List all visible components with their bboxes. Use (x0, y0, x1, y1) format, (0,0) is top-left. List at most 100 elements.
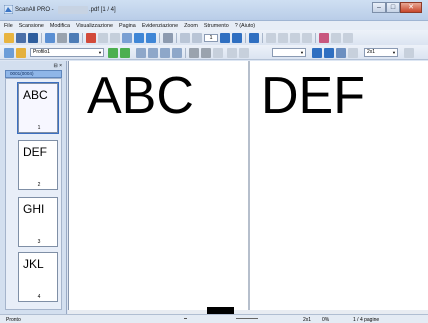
status-divider (184, 318, 187, 319)
toolbar-separator (82, 33, 83, 43)
page-thumbnail-2[interactable]: DEF 2 (18, 140, 58, 190)
hand-tool-icon[interactable] (336, 48, 346, 58)
next-page-icon[interactable] (220, 33, 230, 43)
page-thumbnail-3[interactable]: GHI 3 (18, 197, 58, 247)
split-icon[interactable] (227, 48, 237, 58)
status-bar: Pronto 2x1 0% 1 / 4 pagine (0, 314, 428, 323)
status-zoom: 2x1 (303, 317, 312, 323)
fit-page-icon[interactable] (312, 48, 322, 58)
image-adjust-icon[interactable] (136, 48, 146, 58)
menu-strumento[interactable]: Strumento (204, 23, 229, 29)
rotate-right-icon[interactable] (278, 33, 288, 43)
print-icon[interactable] (57, 33, 67, 43)
first-page-icon[interactable] (180, 33, 190, 43)
window-title-prefix: ScanAll PRO - (15, 7, 54, 13)
toolbar-separator (176, 33, 177, 43)
fit-width-icon[interactable] (324, 48, 334, 58)
toolbar-separator (262, 33, 263, 43)
scan-icon[interactable] (45, 33, 55, 43)
previous-page-icon[interactable] (192, 33, 202, 43)
last-page-icon[interactable] (232, 33, 242, 43)
left-page-content: ABC (87, 67, 194, 125)
profile-select-value: Profilo1 (33, 49, 50, 55)
page-number-input[interactable]: 1 (204, 34, 218, 42)
maximize-button[interactable]: □ (386, 2, 400, 13)
status-percent: 0% (322, 317, 330, 323)
copy-icon[interactable] (98, 33, 108, 43)
window-title-suffix: .pdf [1 / 4] (89, 7, 116, 13)
close-button[interactable]: ✕ (400, 2, 422, 13)
mail-icon[interactable] (201, 48, 211, 58)
toolbar-separator (245, 33, 246, 43)
deskew-icon[interactable] (160, 48, 170, 58)
scan-settings-icon[interactable] (16, 48, 26, 58)
rotate-left-icon[interactable] (266, 33, 276, 43)
profile-select[interactable]: Profilo1 ▼ (30, 48, 104, 57)
menu-scansione[interactable]: Scansione (19, 23, 44, 29)
undo-icon[interactable] (134, 33, 144, 43)
thumbnail-list[interactable]: ABC 1 DEF 2 GHI 3 JKL 4 (5, 78, 62, 310)
thumbnail-view-icon[interactable] (163, 33, 173, 43)
save-icon[interactable] (16, 33, 26, 43)
rotate-180-icon[interactable] (302, 33, 312, 43)
menu-zoom[interactable]: Zoom (184, 23, 198, 29)
zoom-select[interactable]: 2x1 ▼ (364, 48, 398, 57)
redacted-filename (58, 6, 88, 14)
status-page-count: 1 / 4 pagine (353, 317, 380, 323)
view-mode-select[interactable]: ▼ (272, 48, 306, 57)
menu-pagina[interactable]: Pagina (119, 23, 136, 29)
fax-icon[interactable] (189, 48, 199, 58)
batch-title[interactable]: 0001(0004) (5, 70, 62, 78)
crop-icon[interactable] (148, 48, 158, 58)
redo-icon[interactable] (146, 33, 156, 43)
paste-icon[interactable] (110, 33, 120, 43)
thumbnail-sidebar: ⊟ × 0001(0004) ABC 1 DEF 2 GHI 3 JKL 4 (0, 61, 67, 314)
chevron-down-icon: ▼ (392, 50, 396, 55)
document-view[interactable]: ABC DEF (68, 61, 428, 314)
page-divider (248, 61, 250, 314)
menu-modifica[interactable]: Modifica (50, 23, 70, 29)
minimize-button[interactable]: – (372, 2, 386, 13)
open-folder-icon[interactable] (4, 33, 14, 43)
menu-aiuto[interactable]: ? (Aiuto) (235, 23, 255, 29)
thumbnail-text: GHI (23, 202, 45, 216)
scan-profile-icon[interactable] (4, 48, 14, 58)
thumbnail-number: 2 (37, 182, 41, 188)
toolbar-separator (41, 33, 42, 43)
merge-icon[interactable] (239, 48, 249, 58)
menu-bar: File Scansione Modifica Visualizzazione … (0, 21, 428, 30)
toolbar-separator (185, 48, 186, 58)
zoom-select-value: 2x1 (367, 49, 376, 55)
scanner-icon[interactable] (69, 33, 79, 43)
thumbnail-number: 3 (37, 239, 41, 245)
app-logo-icon (4, 5, 13, 14)
scan-batch-icon[interactable] (120, 48, 130, 58)
thumbnail-text: JKL (23, 257, 44, 271)
flip-icon[interactable] (290, 33, 300, 43)
floppy-save-icon[interactable] (28, 33, 38, 43)
title-bar: ScanAll PRO - .pdf [1 / 4] – □ ✕ (0, 0, 428, 21)
zoom-icon[interactable] (348, 48, 358, 58)
menu-file[interactable]: File (4, 23, 13, 29)
chevron-down-icon: ▼ (98, 50, 102, 55)
page-icon[interactable] (122, 33, 132, 43)
right-page-content: DEF (261, 67, 365, 125)
menu-visualizzazione[interactable]: Visualizzazione (76, 23, 113, 29)
clean-icon[interactable] (172, 48, 182, 58)
scan-start-icon[interactable] (108, 48, 118, 58)
menu-evidenziazione[interactable]: Evidenziazione (142, 23, 178, 29)
delete-icon[interactable] (86, 33, 96, 43)
stamp-icon[interactable] (331, 33, 341, 43)
layout-icon[interactable] (404, 48, 414, 58)
highlight-icon[interactable] (319, 33, 329, 43)
thumbnail-text: ABC (23, 88, 48, 102)
sidebar-pin-close[interactable]: ⊟ × (4, 63, 64, 70)
toolbar-separator (315, 33, 316, 43)
secondary-toolbar: Profilo1 ▼ ▼ 2x1 ▼ (0, 45, 428, 60)
page-thumbnail-1[interactable]: ABC 1 (17, 82, 59, 134)
annotation-icon[interactable] (343, 33, 353, 43)
ocr-icon[interactable] (213, 48, 223, 58)
insert-page-icon[interactable] (249, 33, 259, 43)
thumbnail-number: 1 (37, 125, 41, 131)
page-thumbnail-4[interactable]: JKL 4 (18, 252, 58, 302)
